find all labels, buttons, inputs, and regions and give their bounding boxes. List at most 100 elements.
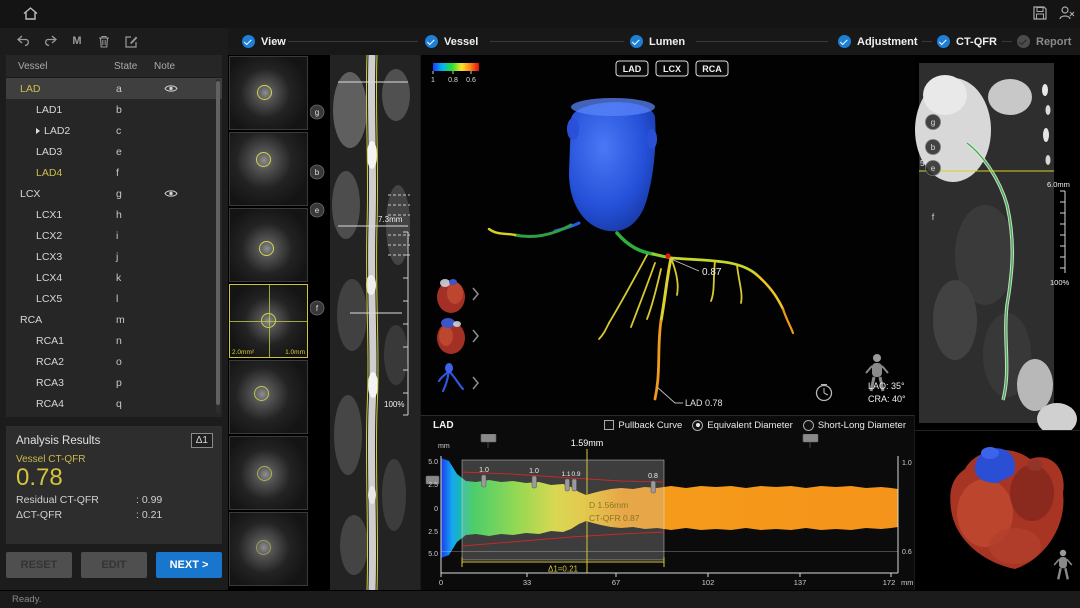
tab-connector-line [922,41,932,42]
rca-button-label[interactable]: RCA [702,64,722,74]
curved-mpr-view[interactable]: 5cm g b e f 6.0mm 100% [915,55,1080,430]
view-preset-heart-2[interactable] [437,318,465,354]
cross-section-thumbnail-4[interactable]: 2.0mm²1.0mm [229,284,308,358]
svg-text:0.9: 0.9 [571,471,580,478]
svg-text:Δ1=0.21: Δ1=0.21 [548,565,579,574]
redo-icon[interactable] [41,33,59,49]
tab-lumen[interactable]: Lumen [630,28,685,55]
vessel-row-lad[interactable]: LADa [6,78,222,99]
undo-icon[interactable] [14,33,32,49]
patient-orientation-figure-small [1054,550,1072,580]
svg-text:67: 67 [612,578,620,587]
svg-text:1.1: 1.1 [561,471,570,478]
reset-rotation-icon[interactable] [817,385,832,401]
vessel-state: p [102,377,156,389]
delete-icon[interactable] [95,33,113,49]
vessel-3d-view[interactable]: 1 0.8 0.6 LAD LCX RCA [420,55,917,415]
svg-text:5.0: 5.0 [428,459,438,466]
lad-button-label[interactable]: LAD [623,64,642,74]
ct-qfr-application: M Vessel State Note LADaLAD1bLAD2cLAD3eL… [0,0,1080,608]
vessel-row-lad3[interactable]: LAD3e [6,141,222,162]
lcx-button-label[interactable]: LCX [663,64,681,74]
cross-section-thumbnail-6[interactable] [229,436,308,510]
checkbox-icon[interactable] [604,420,614,430]
tab-check-icon [630,35,643,48]
cross-section-thumbnail-3[interactable] [229,208,308,282]
vessel-list-scrollbar[interactable] [216,79,220,413]
delta-ctqfr-value: : 0.21 [136,509,162,521]
home-icon[interactable] [22,5,39,27]
svg-text:33: 33 [523,578,531,587]
status-bar: Ready. [0,590,1080,608]
svg-text:LAD 0.78: LAD 0.78 [685,398,723,408]
vessel-row-rca2[interactable]: RCA2o [6,351,222,372]
vessel-name: LCX3 [6,251,102,263]
vessel-row-lcx2[interactable]: LCX2i [6,225,222,246]
cpr-measure-label: 7.3mm [378,215,403,224]
heart-3d-view[interactable] [915,430,1080,591]
radio-icon[interactable] [803,420,814,431]
cross-section-thumbnail-7[interactable] [229,512,308,586]
radio-short-long-diameter[interactable]: Short-Long Diameter [803,420,906,431]
svg-text:2.5: 2.5 [428,529,438,536]
coronary-tree-3d[interactable] [489,98,793,399]
vessel-name: LCX5 [6,293,102,305]
visibility-eye-icon[interactable] [156,189,204,198]
vessel-row-lcx1[interactable]: LCX1h [6,204,222,225]
chart-display-controls: Pullback Curve Equivalent Diameter Short-L… [604,420,906,431]
cpr-branch-badges[interactable]: g b e f [310,105,324,315]
mpr-zoom-label: 100% [1050,278,1070,287]
vessel-name: LAD2 [6,125,102,137]
pullback-chart[interactable]: 1.0 1.0 1.1 0.9 0.8 1.59mm D 1.56mm CT-Q… [421,434,916,591]
tab-ct-qfr[interactable]: CT-QFR [937,28,997,55]
cross-section-thumbnail-1[interactable] [229,56,308,130]
tab-adjustment[interactable]: Adjustment [838,28,918,55]
vessel-row-lcx4[interactable]: LCX4k [6,267,222,288]
vessel-row-rca1[interactable]: RCA1n [6,330,222,351]
preset-2-chevron-icon[interactable] [473,330,478,342]
tab-vessel[interactable]: Vessel [425,28,478,55]
radio-icon[interactable] [692,420,703,431]
straightened-cpr-view[interactable]: 7.3mm g b e f 100% [310,55,420,590]
svg-text:1.0: 1.0 [902,460,912,467]
cursor-position-label: 1.59mm [571,438,604,448]
vessel-row-lad4[interactable]: LAD4f [6,162,222,183]
reset-button[interactable]: RESET [6,552,72,578]
preset-3-chevron-icon[interactable] [473,377,478,389]
vessel-name: RCA4 [6,398,102,410]
svg-text:b: b [315,168,320,177]
visibility-eye-icon[interactable] [156,84,204,93]
vessel-row-lcx5[interactable]: LCX5l [6,288,222,309]
edit-icon[interactable] [122,33,140,49]
edit-button[interactable]: EDIT [81,552,147,578]
cpr-zoom-label: 100% [384,400,404,409]
svg-text:0.6: 0.6 [902,549,912,556]
vessel-row-lad2[interactable]: LAD2c [6,120,222,141]
next-button[interactable]: NEXT > [156,552,222,578]
radio-equivalent-diameter[interactable]: Equivalent Diameter [692,420,793,431]
svg-text:172: 172 [883,578,896,587]
svg-text:e: e [931,164,936,173]
vessel-row-rca[interactable]: RCAm [6,309,222,330]
user-logout-icon[interactable] [1058,5,1075,26]
preset-1-chevron-icon[interactable] [473,288,478,300]
delta-badge: Δ1 [191,433,213,448]
vessel-row-lcx[interactable]: LCXg [6,183,222,204]
vessel-row-lad1[interactable]: LAD1b [6,99,222,120]
checkbox-pullback-curve[interactable]: Pullback Curve [604,420,682,431]
view-preset-heart-1[interactable] [437,279,465,313]
vessel-row-rca3[interactable]: RCA3p [6,372,222,393]
svg-text:0: 0 [434,506,438,513]
vessel-row-lcx3[interactable]: LCX3j [6,246,222,267]
lumen-contour-ring [254,386,269,401]
vessel-row-rca4[interactable]: RCA4q [6,393,222,414]
cross-section-thumbnail-5[interactable] [229,360,308,434]
tab-report[interactable]: Report [1017,28,1071,55]
tab-view[interactable]: View [242,28,286,55]
marker-m-icon[interactable]: M [68,33,86,49]
view-preset-tree[interactable] [439,363,463,391]
cross-section-thumbnail-2[interactable] [229,132,308,206]
expand-arrow-icon[interactable] [36,128,40,134]
delta-ctqfr-label: ΔCT-QFR [16,509,136,521]
save-icon[interactable] [1032,5,1048,26]
